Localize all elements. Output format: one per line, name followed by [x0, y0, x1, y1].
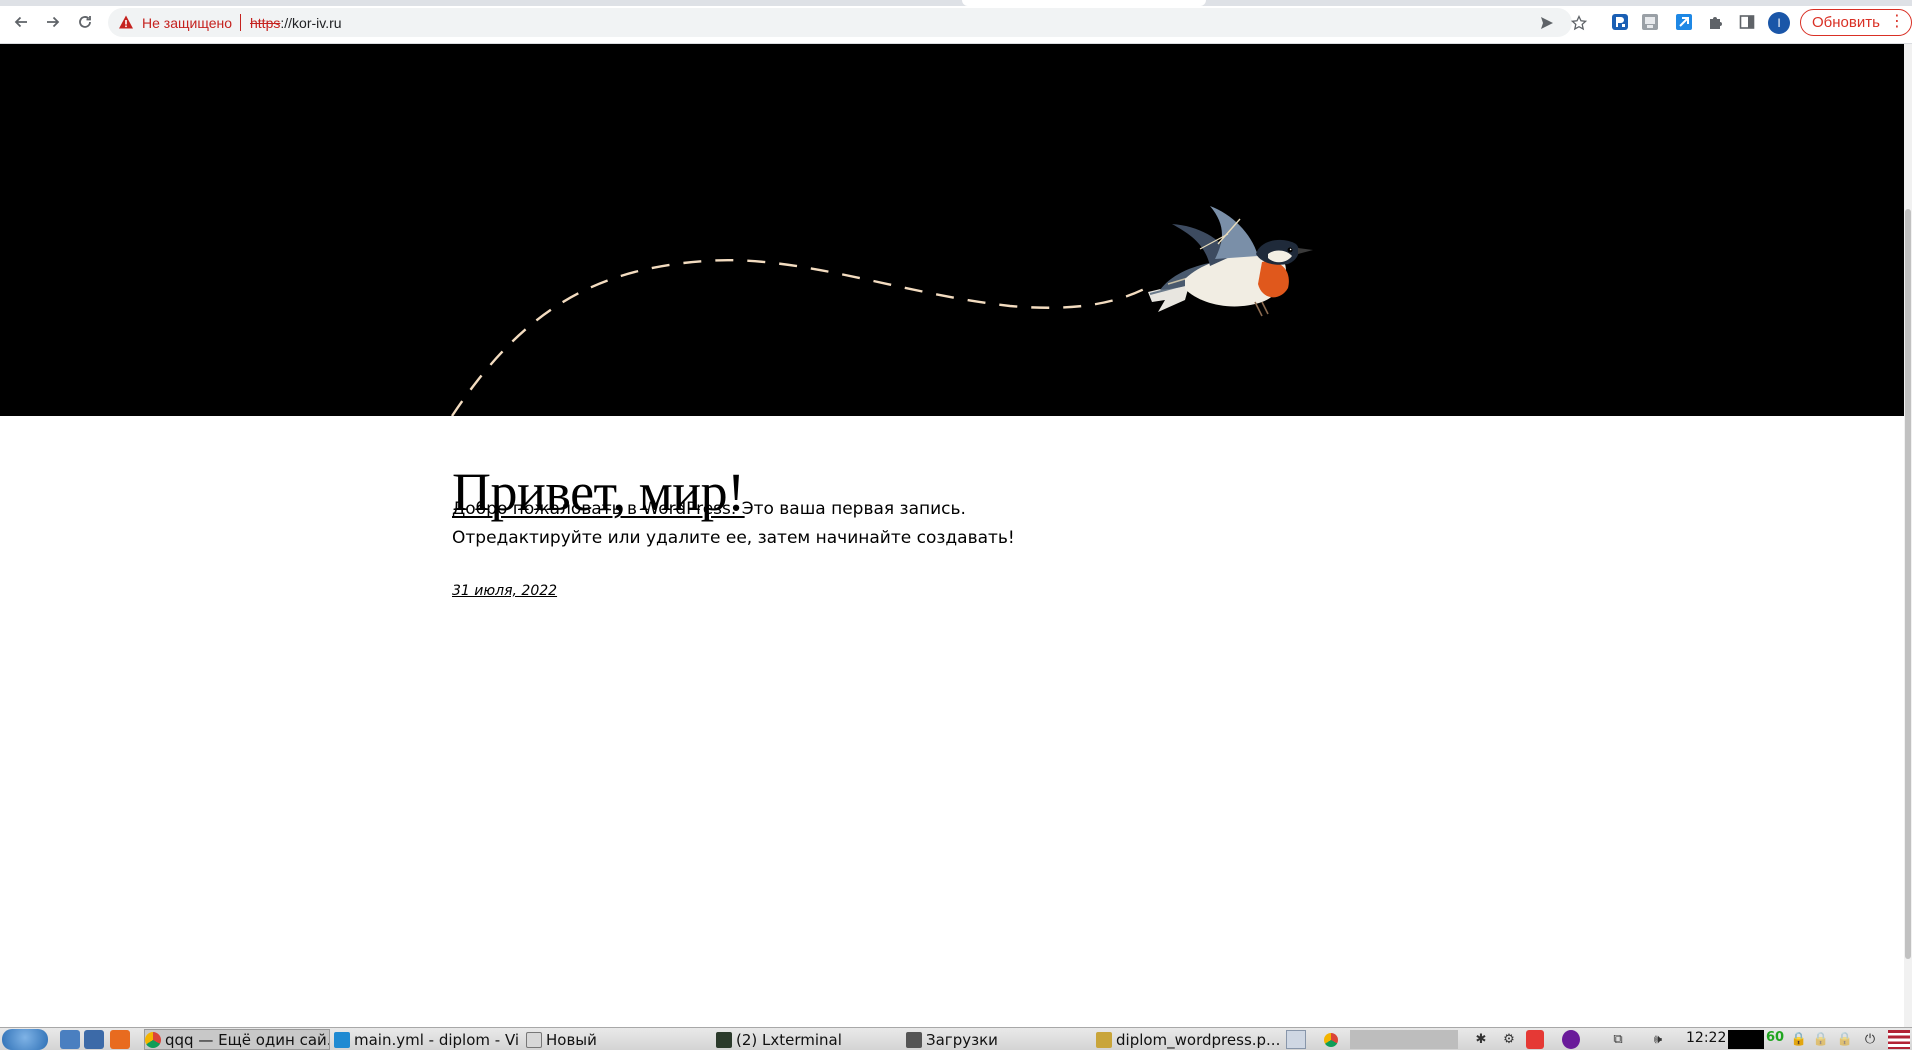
bird-illustration [1148, 206, 1313, 317]
send-to-device-icon[interactable] [1538, 14, 1556, 32]
browser-toolbar: Не защищено https://kor-iv.ru I Обновить… [0, 0, 1912, 44]
lock-icon[interactable]: 🔒 [1791, 1030, 1807, 1049]
taskbar-item-label: diplom_wordpress.p... [1116, 1030, 1281, 1049]
terminal-icon [716, 1031, 732, 1048]
reload-button[interactable] [73, 10, 97, 34]
flight-path-illustration [451, 206, 1313, 416]
url-scheme: https [250, 15, 281, 31]
profile-avatar[interactable]: I [1768, 12, 1790, 34]
update-button-label: Обновить [1812, 14, 1880, 31]
show-desktop-icon[interactable] [1286, 1030, 1306, 1049]
vscode-icon [334, 1031, 350, 1048]
taskbar-item-chrome[interactable]: qqq — Ещё один сай... [144, 1029, 330, 1050]
address-bar[interactable]: Не защищено https://kor-iv.ru [108, 8, 1587, 37]
text-editor-icon [526, 1031, 542, 1048]
workspace-pager[interactable] [1350, 1030, 1458, 1049]
lock-2-icon[interactable]: 🔒 [1813, 1030, 1829, 1049]
security-status[interactable]: Не защищено [142, 15, 232, 31]
dashed-flight-path [451, 259, 1151, 416]
folder-icon [906, 1031, 922, 1048]
extension-2-icon[interactable] [1640, 12, 1660, 32]
chrome-tray-icon[interactable] [1322, 1030, 1340, 1049]
extension-3-icon[interactable] [1674, 12, 1694, 32]
header-image [0, 44, 1904, 416]
scrollbar-thumb[interactable] [1905, 209, 1911, 959]
forward-button[interactable] [41, 10, 65, 34]
chrome-icon [145, 1031, 161, 1048]
taskbar-item-label: Загрузки [926, 1030, 998, 1049]
git-tray-icon[interactable] [1526, 1030, 1544, 1049]
windows-overlap-icon[interactable]: ⧉ [1608, 1030, 1628, 1049]
taskbar-item-terminal[interactable]: (2) Lxterminal [716, 1029, 902, 1050]
clock[interactable]: 12:22 [1686, 1030, 1726, 1046]
arrow-right-icon [47, 16, 60, 28]
reload-icon [79, 16, 91, 28]
taskbar-item-label: main.yml - diplom - Vi... [354, 1030, 520, 1049]
page-viewport: Привет, мир! Добро пожаловать в WordPres… [0, 44, 1904, 1027]
firefox-launcher-icon[interactable] [110, 1030, 130, 1049]
tab-strip [0, 0, 1912, 6]
url-host: ://kor-iv.ru [280, 15, 342, 31]
omnibox-divider [240, 14, 241, 31]
os-taskbar: qqq — Ещё один сай... main.yml - diplom … [0, 1027, 1912, 1050]
kebab-menu-icon[interactable]: ⋮ [1889, 13, 1905, 31]
update-button[interactable]: Обновить ⋮ [1800, 9, 1912, 36]
taskbar-item-label: Новый [546, 1030, 597, 1049]
bookmark-star-icon[interactable] [1570, 14, 1588, 32]
power-icon[interactable]: ⏻ [1862, 1030, 1878, 1049]
app-tray-icon[interactable] [1562, 1030, 1580, 1049]
desktop-launcher-icon[interactable] [84, 1030, 104, 1049]
post-excerpt: Добро пожаловать в WordPress. Это ваша п… [452, 499, 1015, 548]
warning-icon [119, 15, 133, 29]
back-button[interactable] [9, 10, 33, 34]
url-text[interactable]: https://kor-iv.ru [250, 15, 342, 31]
taskbar-item-image[interactable]: diplom_wordpress.p... [1096, 1029, 1282, 1050]
taskbar-item-files[interactable]: Загрузки [906, 1029, 1092, 1050]
page-scrollbar[interactable] [1904, 44, 1912, 1027]
arrow-left-icon [14, 16, 27, 28]
side-panel-icon[interactable] [1737, 12, 1757, 32]
screen: Не защищено https://kor-iv.ru I Обновить… [0, 0, 1912, 1050]
cpu-monitor-value: 60 [1766, 1030, 1785, 1045]
taskbar-item-editor[interactable]: Новый [526, 1029, 712, 1050]
volume-icon[interactable]: 🕪 [1648, 1030, 1668, 1049]
bluetooth-icon[interactable]: ✱ [1474, 1030, 1488, 1049]
start-menu-button[interactable] [2, 1029, 48, 1050]
cpu-monitor-graph[interactable] [1728, 1030, 1764, 1049]
file-manager-launcher-icon[interactable] [60, 1030, 80, 1049]
extension-1-icon[interactable] [1610, 12, 1630, 32]
taskbar-item-label: (2) Lxterminal [736, 1030, 842, 1049]
network-manager-icon[interactable]: ⚙ [1500, 1030, 1518, 1049]
post-date-link[interactable]: 31 июля, 2022 [452, 583, 557, 599]
taskbar-item-vscode[interactable]: main.yml - diplom - Vi... [334, 1029, 520, 1050]
keyboard-layout-flag-icon[interactable] [1888, 1030, 1910, 1049]
extensions-puzzle-icon[interactable] [1706, 12, 1726, 32]
taskbar-item-label: qqq — Ещё один сай... [165, 1030, 330, 1049]
lock-3-icon[interactable]: 🔒 [1837, 1030, 1853, 1049]
active-tab[interactable] [962, 0, 1206, 6]
image-viewer-icon [1096, 1031, 1112, 1048]
